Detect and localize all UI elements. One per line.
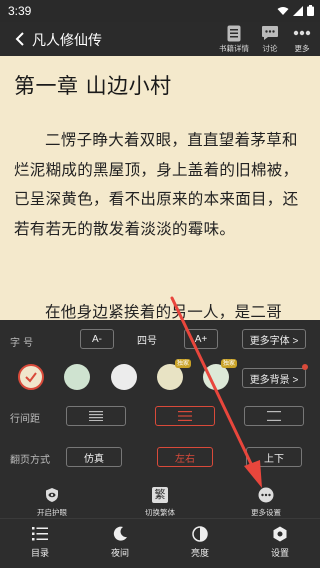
status-time: 3:39 (8, 4, 32, 18)
more-horizontal-icon (293, 30, 311, 36)
font-size-value: 四号 (137, 336, 157, 347)
line-spacing-label: 行间距 (10, 414, 40, 425)
tab-night[interactable]: 夜间 (90, 525, 150, 559)
line-spacing-compact-icon (89, 411, 103, 421)
background-swatch[interactable] (18, 364, 44, 390)
list-icon (32, 527, 48, 541)
chevron-left-icon (15, 32, 24, 46)
wifi-icon (277, 6, 289, 15)
font-size-label: 字 号 (10, 338, 34, 349)
tab-catalog-label: 目录 (30, 549, 49, 559)
page-mode-horizontal[interactable]: 左右 (157, 447, 213, 467)
moon-icon (113, 526, 127, 541)
paragraph: 二愣子睁大着双眼，直直望着茅草和烂泥糊成的黑屋顶，身上盖着的旧棉被，已呈深黄色，… (14, 131, 299, 238)
chapter-title: 第一章 山边小村 (14, 74, 172, 98)
exclusive-badge: 独家 (220, 359, 237, 368)
eye-protection-label: 开启护眼 (37, 508, 67, 517)
eye-protection-button[interactable]: 开启护眼 (22, 486, 82, 518)
battery-icon (307, 5, 314, 16)
traditional-chinese-button[interactable]: 繁 切换繁体 (130, 486, 190, 518)
book-details-icon (227, 25, 241, 41)
bottom-tab-bar: 目录 夜间 亮度 设置 (0, 518, 320, 568)
line-spacing-medium[interactable] (155, 406, 215, 426)
more-button[interactable]: 更多 (282, 24, 320, 56)
background-swatch[interactable]: 独家 (203, 359, 237, 390)
notification-dot (302, 364, 308, 370)
tab-brightness-label: 亮度 (190, 549, 209, 559)
back-button[interactable] (8, 27, 32, 51)
background-swatch[interactable] (64, 364, 90, 390)
font-increase-button[interactable]: A+ (184, 329, 218, 349)
font-decrease-button[interactable]: A- (80, 329, 114, 349)
line-spacing-medium-icon (178, 411, 192, 421)
tab-brightness[interactable]: 亮度 (170, 525, 230, 559)
page-mode-vertical[interactable]: 上下 (246, 447, 302, 467)
reading-area[interactable]: 第一章 山边小村 二愣子睁大着双眼，直直望着茅草和烂泥糊成的黑屋顶，身上盖着的旧… (0, 56, 320, 320)
status-bar: 3:39 (0, 0, 320, 22)
traditional-icon: 繁 (152, 487, 168, 503)
more-settings-label: 更多设置 (251, 508, 281, 517)
tab-settings[interactable]: 设置 (250, 525, 310, 559)
tab-settings-label: 设置 (270, 549, 289, 559)
book-details-label: 书籍详情 (219, 44, 249, 53)
check-icon (25, 372, 37, 383)
exclusive-badge: 独家 (174, 359, 191, 368)
tab-night-label: 夜间 (110, 549, 129, 559)
line-spacing-loose-icon (267, 411, 281, 421)
book-title: 凡人修仙传 (32, 33, 102, 49)
more-label: 更多 (294, 44, 310, 53)
more-backgrounds-button[interactable]: 更多背景 > (242, 368, 306, 388)
status-icons (277, 5, 314, 16)
background-swatch[interactable] (111, 364, 137, 390)
gear-icon (273, 526, 287, 542)
book-details-button[interactable]: 书籍详情 (214, 24, 254, 56)
signal-icon (293, 5, 303, 16)
top-nav: 凡人修仙传 书籍详情 讨论 更多 (0, 22, 320, 56)
tab-catalog[interactable]: 目录 (10, 525, 70, 559)
chat-bubble-icon (262, 26, 278, 40)
line-spacing-compact[interactable] (66, 406, 126, 426)
brightness-icon (192, 526, 208, 542)
more-dots-icon (258, 487, 274, 503)
traditional-chinese-label: 切换繁体 (145, 508, 175, 517)
paragraph: 在他身边紧挨着的另一人，是二哥 (45, 303, 283, 320)
line-spacing-loose[interactable] (244, 406, 304, 426)
page-mode-simulation[interactable]: 仿真 (66, 447, 122, 467)
more-fonts-button[interactable]: 更多字体 > (242, 329, 306, 349)
page-mode-label: 翻页方式 (10, 455, 50, 466)
eye-shield-icon (46, 488, 58, 502)
background-swatch[interactable]: 独家 (157, 359, 191, 390)
more-settings-button[interactable]: 更多设置 (236, 486, 296, 518)
